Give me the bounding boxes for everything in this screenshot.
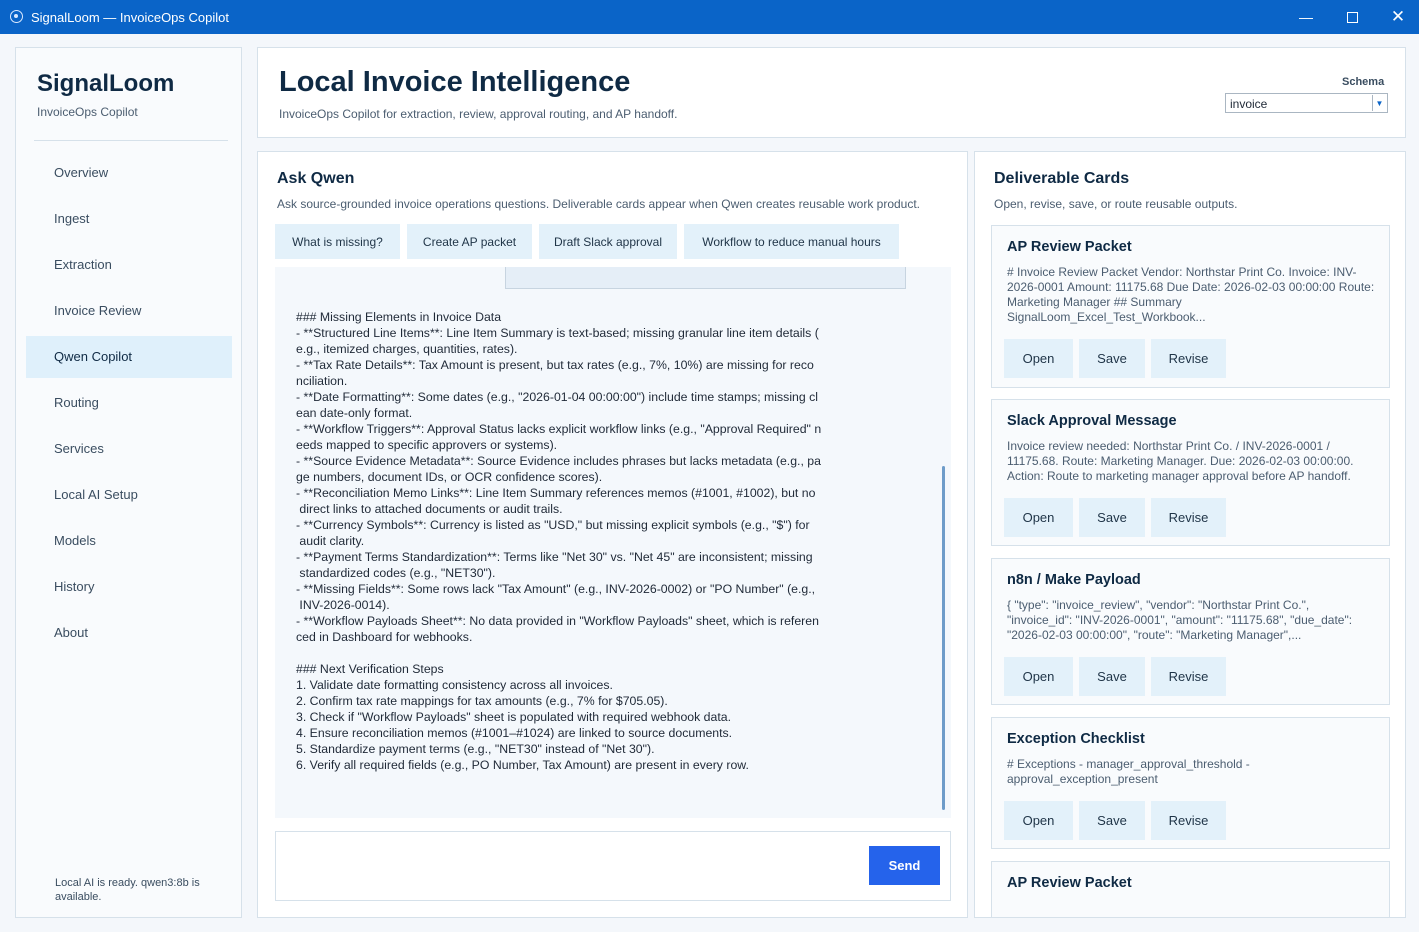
sidebar-item-invoice-review[interactable]: Invoice Review — [26, 290, 232, 332]
sidebar-item-local-ai-setup[interactable]: Local AI Setup — [26, 474, 232, 516]
send-button[interactable]: Send — [869, 846, 940, 885]
card-preview: { "type": "invoice_review", "vendor": "N… — [1007, 598, 1353, 642]
page-subtitle: InvoiceOps Copilot for extraction, revie… — [279, 107, 678, 121]
card-preview: # Invoice Review Packet Vendor: Northsta… — [1007, 265, 1375, 324]
page-header: Local Invoice Intelligence InvoiceOps Co… — [257, 47, 1406, 138]
window-title: SignalLoom — InvoiceOps Copilot — [31, 10, 229, 25]
chevron-down-icon[interactable]: ▼ — [1372, 95, 1386, 111]
sidebar-item-models[interactable]: Models — [26, 520, 232, 562]
sidebar-item-about[interactable]: About — [26, 612, 232, 654]
sidebar-item-ingest[interactable]: Ingest — [26, 198, 232, 240]
revise-button[interactable]: Revise — [1151, 657, 1226, 696]
close-icon[interactable]: ✕ — [1375, 0, 1419, 34]
brand-name: SignalLoom — [37, 70, 175, 97]
chip-workflow-reduce-hours[interactable]: Workflow to reduce manual hours — [684, 224, 899, 259]
brand-subtitle: InvoiceOps Copilot — [37, 105, 138, 119]
revise-button[interactable]: Revise — [1151, 498, 1226, 537]
card-title: n8n / Make Payload — [1007, 572, 1141, 588]
card-title: Slack Approval Message — [1007, 413, 1177, 429]
sidebar: SignalLoom InvoiceOps Copilot Overview I… — [15, 47, 242, 918]
message-input[interactable] — [275, 831, 951, 901]
open-button[interactable]: Open — [1004, 657, 1073, 696]
save-button[interactable]: Save — [1079, 801, 1145, 840]
card-slack-approval-message: Slack Approval Message Invoice review ne… — [991, 399, 1390, 546]
card-title: Exception Checklist — [1007, 731, 1145, 747]
save-button[interactable]: Save — [1079, 657, 1145, 696]
maximize-icon[interactable] — [1329, 0, 1375, 34]
sidebar-item-history[interactable]: History — [26, 566, 232, 608]
card-n8n-make-payload: n8n / Make Payload { "type": "invoice_re… — [991, 558, 1390, 705]
schema-label: Schema — [1342, 76, 1385, 88]
chat-transcript[interactable]: ### Missing Elements in Invoice Data - *… — [275, 267, 951, 818]
ask-panel-subtitle: Ask source-grounded invoice operations q… — [277, 197, 921, 211]
sidebar-item-qwen-copilot[interactable]: Qwen Copilot — [26, 336, 232, 378]
revise-button[interactable]: Revise — [1151, 801, 1226, 840]
cards-panel-subtitle: Open, revise, save, or route reusable ou… — [994, 197, 1238, 211]
card-ap-review-packet: AP Review Packet # Invoice Review Packet… — [991, 225, 1390, 388]
deliverable-cards-panel: Deliverable Cards Open, revise, save, or… — [974, 151, 1406, 918]
page-title: Local Invoice Intelligence — [279, 66, 631, 98]
save-button[interactable]: Save — [1079, 339, 1145, 378]
ask-panel-title: Ask Qwen — [277, 170, 355, 187]
card-preview: Invoice review needed: Northstar Print C… — [1007, 439, 1354, 483]
card-ap-review-packet-2: AP Review Packet — [991, 861, 1390, 917]
sidebar-item-services[interactable]: Services — [26, 428, 232, 470]
chip-create-ap-packet[interactable]: Create AP packet — [407, 224, 532, 259]
card-exception-checklist: Exception Checklist # Exceptions - manag… — [991, 717, 1390, 849]
open-button[interactable]: Open — [1004, 498, 1073, 537]
minimize-icon[interactable]: — — [1283, 0, 1329, 34]
schema-select-value: invoice — [1230, 97, 1268, 111]
app-logo-icon — [10, 10, 23, 23]
chip-draft-slack-approval[interactable]: Draft Slack approval — [539, 224, 677, 259]
ai-status-text: Local AI is ready. qwen3:8b is available… — [55, 877, 200, 903]
sidebar-item-overview[interactable]: Overview — [26, 152, 232, 194]
card-preview: # Exceptions - manager_approval_threshol… — [1007, 757, 1250, 786]
sidebar-divider — [34, 140, 228, 141]
chip-what-is-missing[interactable]: What is missing? — [275, 224, 400, 259]
schema-select[interactable]: invoice ▼ — [1225, 93, 1388, 113]
card-title: AP Review Packet — [1007, 239, 1132, 255]
qwen-answer-text: ### Missing Elements in Invoice Data - *… — [296, 310, 822, 772]
save-button[interactable]: Save — [1079, 498, 1145, 537]
revise-button[interactable]: Revise — [1151, 339, 1226, 378]
open-button[interactable]: Open — [1004, 339, 1073, 378]
previous-message-bubble — [505, 267, 906, 289]
card-title: AP Review Packet — [1007, 875, 1132, 891]
sidebar-item-extraction[interactable]: Extraction — [26, 244, 232, 286]
window-titlebar: SignalLoom — InvoiceOps Copilot — ✕ — [0, 0, 1419, 34]
open-button[interactable]: Open — [1004, 801, 1073, 840]
sidebar-item-routing[interactable]: Routing — [26, 382, 232, 424]
cards-panel-title: Deliverable Cards — [994, 170, 1130, 187]
chat-scrollbar[interactable] — [942, 466, 945, 810]
ask-qwen-panel: Ask Qwen Ask source-grounded invoice ope… — [257, 151, 968, 918]
